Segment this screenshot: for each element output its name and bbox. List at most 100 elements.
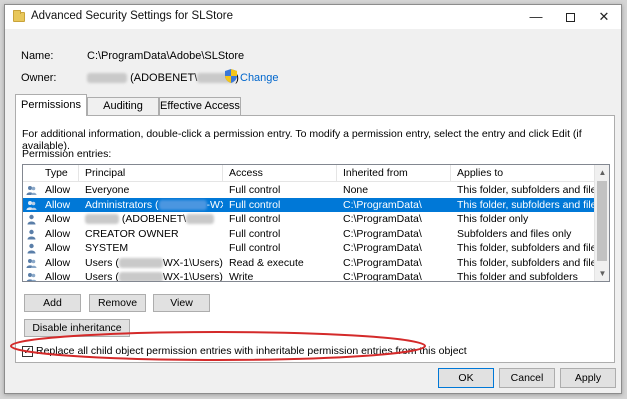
row-inherited-from: C:\ProgramData\ bbox=[343, 271, 422, 282]
principal-name: Users ( bbox=[85, 256, 119, 269]
users-group-icon bbox=[26, 258, 37, 268]
permission-row[interactable]: Allow Users (WX-1\Users) Read & execute … bbox=[23, 256, 595, 271]
row-access: Full control bbox=[229, 227, 281, 240]
row-applies-to: This folder, subfolders and files bbox=[457, 256, 595, 269]
column-header-inherited-from[interactable]: Inherited from bbox=[337, 165, 451, 182]
row-access: Full control bbox=[229, 213, 281, 225]
permissions-panel: For additional information, double-click… bbox=[15, 115, 615, 363]
principal-name: Administrators ( bbox=[85, 198, 159, 211]
row-inherited-from: None bbox=[343, 184, 369, 196]
folder-icon bbox=[13, 10, 25, 22]
users-group-icon bbox=[26, 186, 37, 195]
name-label: Name: bbox=[21, 50, 54, 62]
principal-suffix: -WX-... bbox=[206, 198, 223, 211]
cancel-button[interactable]: Cancel bbox=[499, 368, 555, 388]
redacted-text bbox=[87, 73, 127, 84]
title-bar: Advanced Security Settings for SLStore —… bbox=[5, 5, 621, 29]
row-applies-to: Subfolders and files only bbox=[457, 227, 572, 240]
user-icon bbox=[27, 229, 36, 239]
owner-label: Owner: bbox=[21, 72, 57, 84]
change-owner-link[interactable]: Change bbox=[240, 72, 279, 84]
row-type: Allow bbox=[45, 271, 71, 282]
tab-auditing[interactable]: Auditing bbox=[87, 97, 159, 116]
row-inherited-from: C:\ProgramData\ bbox=[343, 227, 422, 240]
column-header-type[interactable]: Type bbox=[39, 165, 79, 182]
redacted-text bbox=[118, 257, 163, 268]
advanced-security-dialog: Advanced Security Settings for SLStore —… bbox=[4, 4, 622, 394]
minimize-button[interactable]: — bbox=[519, 5, 553, 29]
row-type: Allow bbox=[45, 184, 71, 196]
disable-inheritance-button[interactable]: Disable inheritance bbox=[24, 319, 130, 337]
remove-button[interactable]: Remove bbox=[89, 294, 146, 312]
replace-child-permissions-checkbox[interactable]: ✓ bbox=[22, 346, 33, 357]
maximize-button[interactable] bbox=[553, 5, 587, 29]
permission-row[interactable]: Allow (ADOBENET\ Full control C:\Program… bbox=[23, 212, 595, 227]
row-type: Allow bbox=[45, 256, 71, 269]
row-principal: Users ( WX-1\Users) bbox=[79, 256, 223, 271]
column-header-applies-to[interactable]: Applies to bbox=[451, 165, 595, 182]
redacted-text bbox=[158, 199, 207, 210]
row-access: Full control bbox=[229, 242, 281, 254]
list-header: Type Principal Access Inherited from App… bbox=[23, 165, 595, 182]
principal-name: Users ( bbox=[85, 271, 119, 282]
permission-row-selected[interactable]: Allow Administrators ( -WX-... Full contr… bbox=[23, 197, 595, 213]
row-type: Allow bbox=[45, 213, 71, 225]
permission-row[interactable]: Allow SYSTEM Full control C:\ProgramData… bbox=[23, 241, 595, 256]
tab-effective-access[interactable]: Effective Access bbox=[159, 97, 241, 116]
users-group-icon bbox=[26, 273, 37, 281]
scroll-down-arrow-icon[interactable]: ▼ bbox=[595, 266, 609, 281]
row-principal: Administrators ( -WX-... bbox=[79, 198, 223, 213]
permission-entries-label: Permission entries: bbox=[22, 148, 112, 160]
vertical-scrollbar[interactable]: ▲ ▼ bbox=[594, 165, 609, 281]
row-principal: Everyone bbox=[85, 184, 130, 196]
row-inherited-from: C:\ProgramData\ bbox=[343, 213, 422, 225]
user-icon bbox=[27, 243, 36, 254]
row-type: Allow bbox=[45, 242, 71, 254]
row-principal: (ADOBENET\ bbox=[79, 212, 223, 227]
permission-row[interactable]: Allow Everyone Full control None This fo… bbox=[23, 183, 595, 198]
permission-row[interactable]: Allow CREATOR OWNER Full control C:\Prog… bbox=[23, 227, 595, 242]
row-inherited-from: C:\ProgramData\ bbox=[343, 242, 422, 254]
row-applies-to: This folder and subfolders bbox=[457, 271, 578, 282]
close-button[interactable]: ✕ bbox=[587, 5, 621, 29]
row-type: Allow bbox=[45, 198, 71, 211]
principal-suffix: WX-1\Users) bbox=[162, 256, 223, 269]
apply-button[interactable]: Apply bbox=[560, 368, 616, 388]
ok-button[interactable]: OK bbox=[438, 368, 494, 388]
row-access: Read & execute bbox=[229, 256, 304, 269]
column-header-principal[interactable]: Principal bbox=[79, 165, 223, 182]
row-principal: SYSTEM bbox=[85, 242, 129, 254]
row-applies-to: This folder, subfolders and files bbox=[457, 242, 595, 254]
row-inherited-from: C:\ProgramData\ bbox=[343, 256, 422, 269]
users-group-icon bbox=[26, 200, 37, 210]
permission-entries-list[interactable]: Type Principal Access Inherited from App… bbox=[22, 164, 610, 282]
user-icon bbox=[27, 214, 36, 225]
owner-domain: (ADOBENET\ bbox=[130, 72, 198, 84]
redacted-text bbox=[85, 214, 119, 225]
scroll-thumb[interactable] bbox=[597, 181, 607, 261]
scroll-up-arrow-icon[interactable]: ▲ bbox=[595, 165, 609, 180]
owner-value: (ADOBENET\) bbox=[87, 72, 239, 84]
replace-child-permissions-label: Replace all child object permission entr… bbox=[36, 345, 467, 357]
tab-permissions[interactable]: Permissions bbox=[15, 94, 87, 116]
row-applies-to: This folder only bbox=[457, 213, 529, 225]
add-button[interactable]: Add bbox=[24, 294, 81, 312]
principal-suffix: WX-1\Users) bbox=[162, 271, 223, 282]
row-access: Full control bbox=[229, 198, 281, 211]
view-button[interactable]: View bbox=[153, 294, 210, 312]
maximize-icon bbox=[565, 13, 575, 23]
row-applies-to: This folder, subfolders and files bbox=[457, 184, 595, 196]
window-title: Advanced Security Settings for SLStore bbox=[31, 10, 233, 22]
row-access: Write bbox=[229, 271, 254, 282]
row-principal: Users ( WX-1\Users) bbox=[79, 270, 223, 282]
column-header-access[interactable]: Access bbox=[223, 165, 337, 182]
row-type: Allow bbox=[45, 227, 71, 240]
row-principal: CREATOR OWNER bbox=[85, 227, 179, 240]
principal-name: (ADOBENET\ bbox=[121, 213, 187, 225]
row-applies-to: This folder, subfolders and files bbox=[457, 198, 595, 211]
row-inherited-from: C:\ProgramData\ bbox=[343, 198, 422, 211]
permission-row[interactable]: Allow Users ( WX-1\Users) Write C:\Progra… bbox=[23, 270, 595, 282]
row-access: Full control bbox=[229, 184, 281, 196]
uac-shield-icon bbox=[225, 69, 237, 83]
name-value: C:\ProgramData\Adobe\SLStore bbox=[87, 50, 245, 62]
